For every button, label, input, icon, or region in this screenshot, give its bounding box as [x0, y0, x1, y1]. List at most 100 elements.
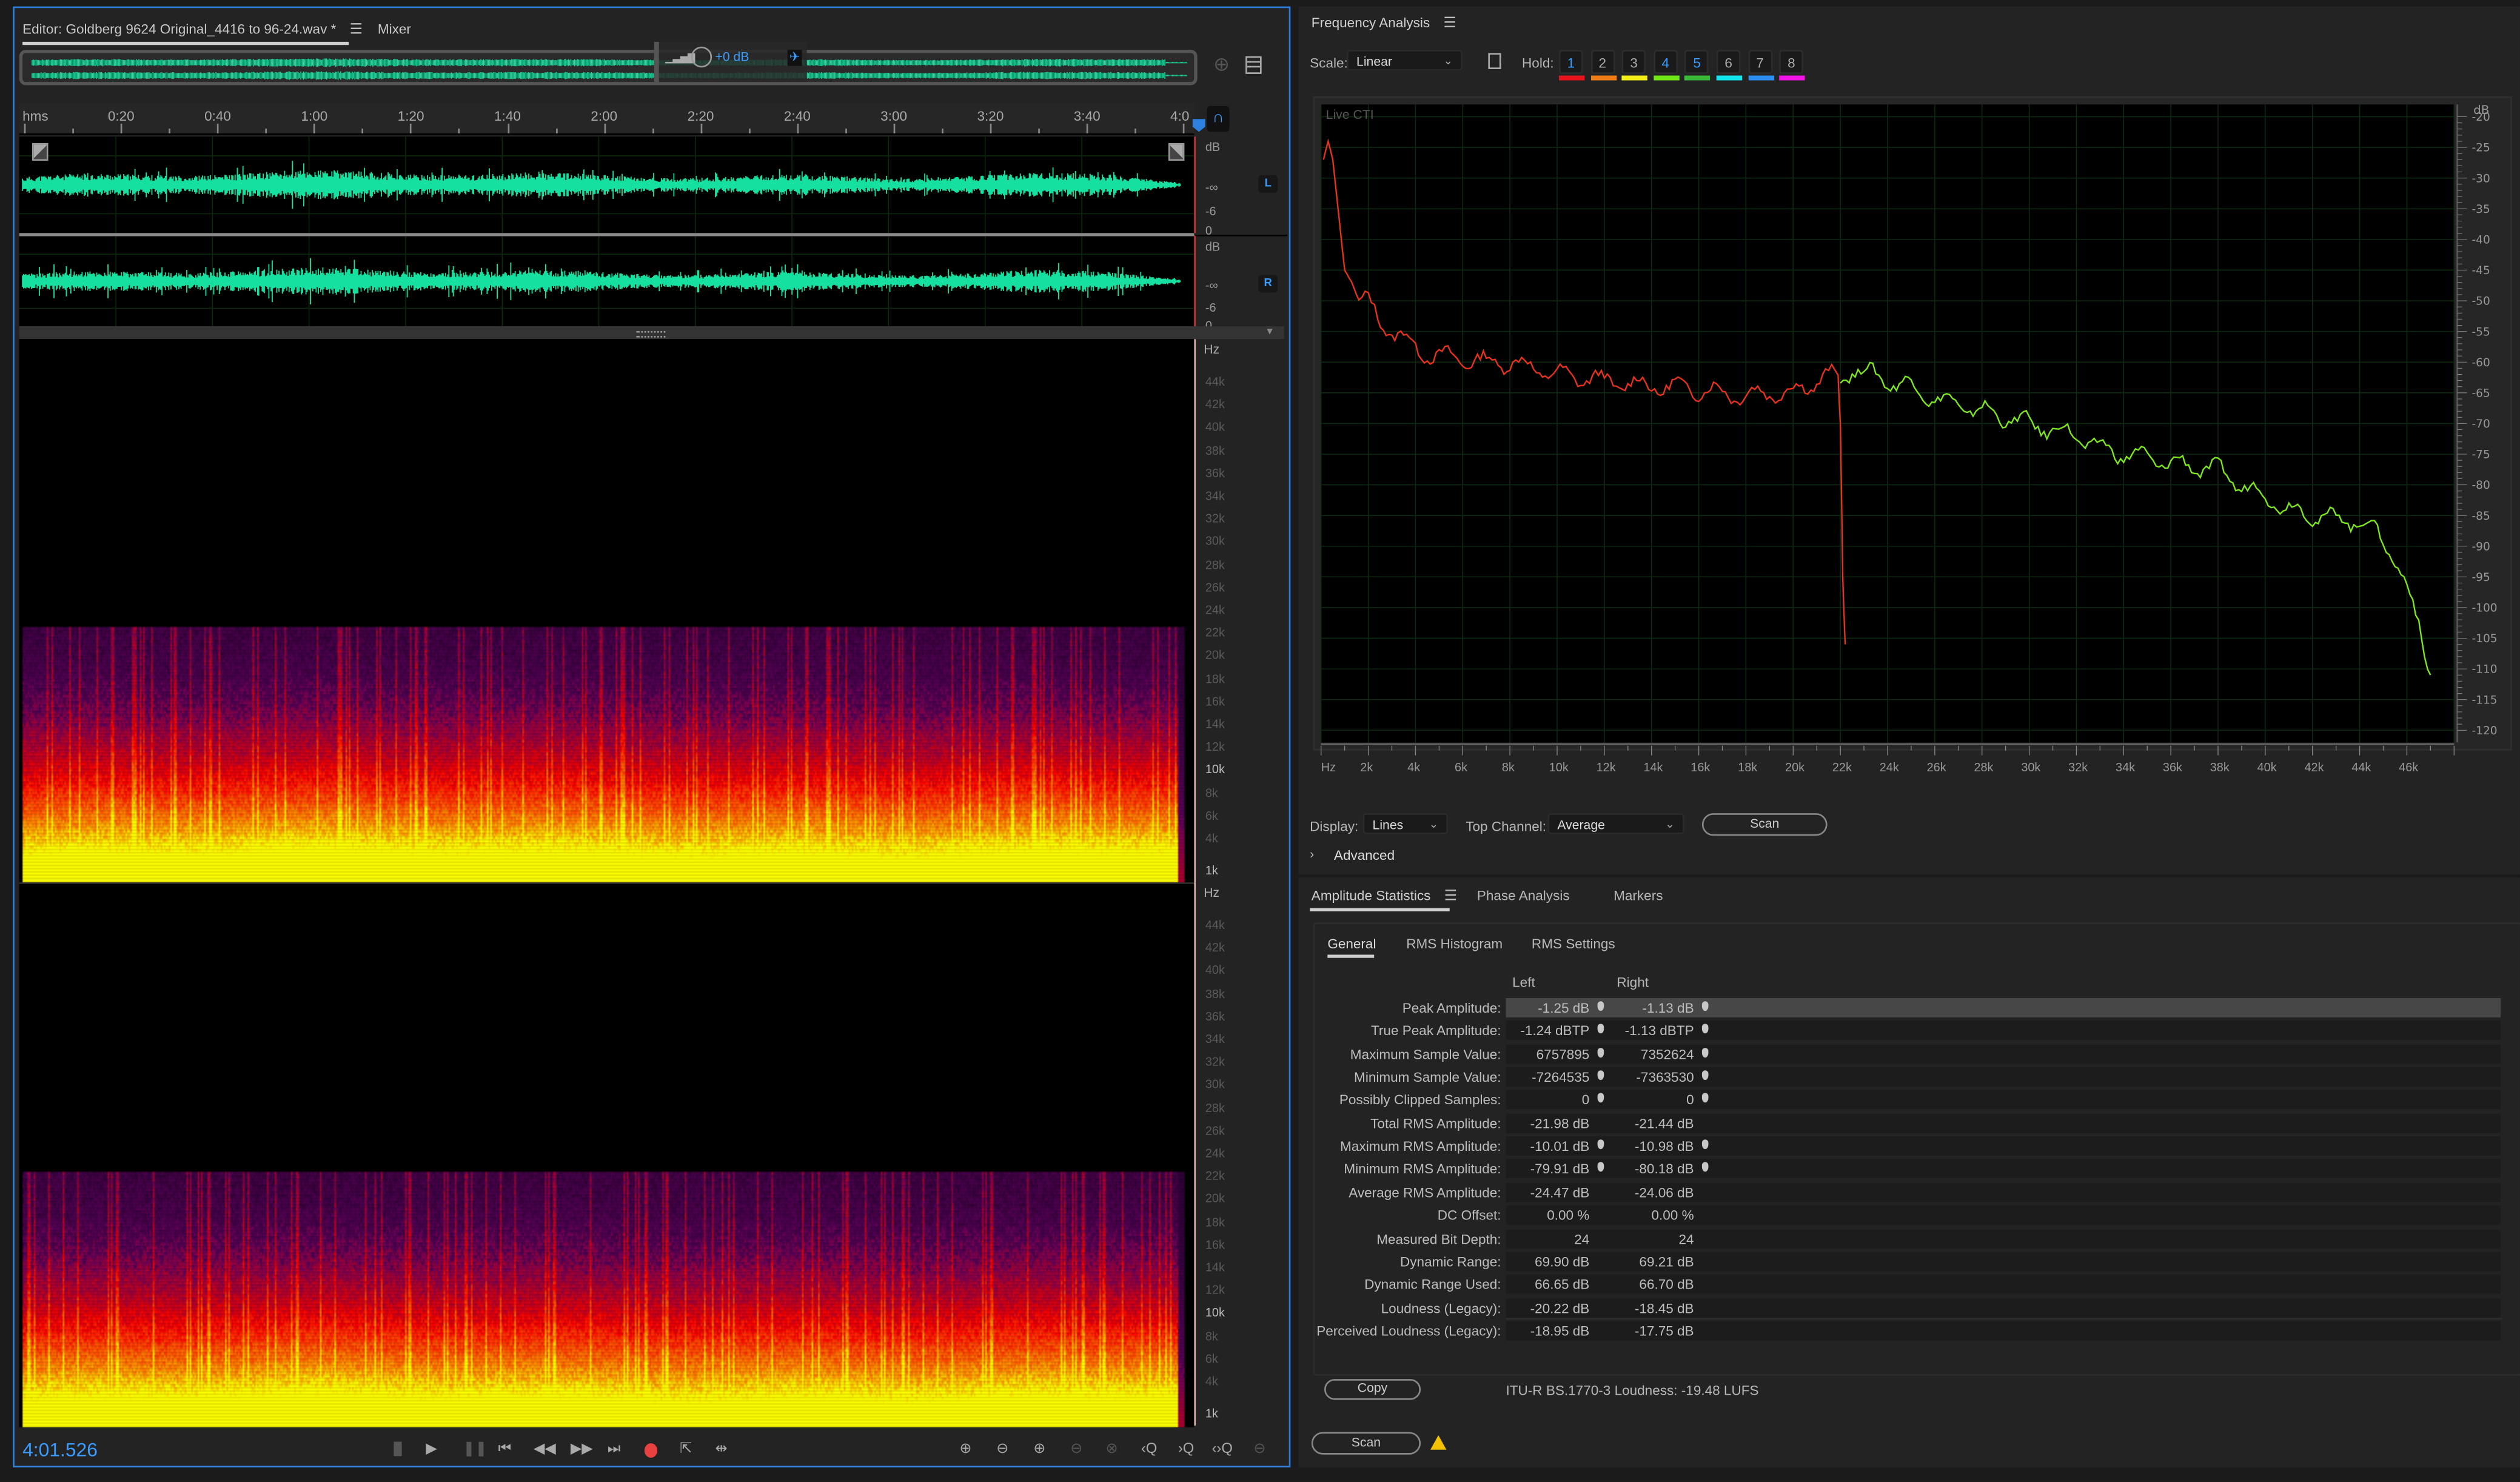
time-ruler[interactable]: hms 0:20 0:40 1:00 1:20 1:40 2:00 2:20 2:40 3:00…	[19, 102, 1195, 135]
go-to-start-button[interactable]: ⏮	[498, 1440, 511, 1458]
channel-l-toggle[interactable]: L	[1258, 175, 1278, 193]
zoom-navigator-icon[interactable]: ⊕	[1213, 53, 1230, 75]
play-button[interactable]: ▶	[426, 1440, 437, 1458]
pin-marker-icon[interactable]	[1701, 1001, 1709, 1011]
pin-marker-icon[interactable]	[1701, 1070, 1709, 1081]
zoom-in-frequency-icon[interactable]: ⊕	[1033, 1440, 1045, 1458]
zoom-out-frequency-icon[interactable]: ⊖	[1070, 1440, 1082, 1458]
stats-row[interactable]: Dynamic Range: 69.90 dB 69.21 dB	[1315, 1250, 2504, 1273]
fade-out-handle[interactable]	[1168, 142, 1185, 161]
pin-marker-icon[interactable]	[1597, 1070, 1604, 1081]
subtab-rms-histogram[interactable]: RMS Histogram	[1406, 936, 1503, 952]
zoom-in-right-icon[interactable]: ›Q	[1178, 1440, 1195, 1457]
chevron-right-icon[interactable]: ›	[1310, 847, 1314, 862]
hold-button-3[interactable]: 3	[1621, 50, 1646, 74]
hold-button-5[interactable]: 5	[1684, 50, 1709, 74]
pin-marker-icon[interactable]	[1597, 1047, 1604, 1058]
rewind-button[interactable]: ◀◀	[534, 1440, 556, 1458]
spectrogram-left[interactable]	[19, 339, 1195, 883]
capture-snapshot-icon[interactable]	[1488, 53, 1501, 69]
hold-button-4[interactable]: 4	[1653, 50, 1678, 74]
panel-menu-icon[interactable]: ☰	[1443, 15, 1456, 32]
subtab-rms-settings[interactable]: RMS Settings	[1532, 936, 1615, 952]
axis-label: dB	[1205, 139, 1221, 155]
pin-marker-icon[interactable]	[1597, 1001, 1604, 1011]
spectrogram-right[interactable]	[19, 882, 1195, 1427]
ruler-label: 2:00	[591, 107, 618, 124]
scale-select[interactable]: Linear ⌄	[1347, 50, 1463, 71]
scan-frequency-button[interactable]: Scan	[1701, 813, 1828, 836]
stop-button[interactable]	[394, 1441, 402, 1457]
channel-r-toggle[interactable]: R	[1258, 275, 1278, 293]
view-splitter[interactable]: ▼	[19, 326, 1284, 340]
axis-label: -∞	[1205, 278, 1218, 293]
hold-button-1[interactable]: 1	[1558, 50, 1583, 74]
stats-row[interactable]: Minimum RMS Amplitude: -79.91 dB -80.18 dB	[1315, 1158, 2504, 1181]
subtab-general[interactable]: General	[1327, 936, 1376, 952]
hold-color-swatch	[1779, 75, 1806, 81]
hold-button-2[interactable]: 2	[1590, 50, 1615, 74]
top-channel-select[interactable]: Average ⌄	[1547, 813, 1684, 834]
zoom-reset-icon[interactable]: ⊗	[1106, 1440, 1118, 1458]
stats-row[interactable]: Peak Amplitude: -1.25 dB -1.13 dB	[1315, 996, 2504, 1019]
stats-row[interactable]: Perceived Loudness (Legacy): -18.95 dB -17…	[1315, 1319, 2504, 1342]
stats-row[interactable]: DC Offset: 0.00 % 0.00 %	[1315, 1204, 2504, 1227]
panel-menu-icon[interactable]: ☰	[1444, 887, 1457, 905]
scan-statistics-button[interactable]: Scan	[1311, 1432, 1421, 1455]
stats-row[interactable]: Maximum Sample Value: 6757895 7352624	[1315, 1042, 2504, 1065]
go-to-end-button[interactable]: ⏭	[608, 1440, 620, 1458]
stats-row[interactable]: Total RMS Amplitude: -21.98 dB -21.44 dB	[1315, 1112, 2504, 1134]
ruler-tick	[72, 129, 75, 133]
advanced-toggle[interactable]: Advanced	[1334, 847, 1395, 863]
record-button[interactable]	[644, 1443, 658, 1458]
view-layout-icon[interactable]	[1245, 56, 1262, 74]
tab-editor[interactable]: Editor: Goldberg 9624 Original_4416 to 9…	[22, 21, 363, 38]
tab-amplitude-statistics[interactable]: Amplitude Statistics ☰	[1312, 887, 1457, 905]
stats-row[interactable]: Possibly Clipped Samples: 0 0	[1315, 1088, 2504, 1111]
pause-button[interactable]: ❚❚	[463, 1440, 487, 1458]
fast-forward-button[interactable]: ▶▶	[571, 1440, 593, 1458]
zoom-in-amplitude-icon[interactable]: ⊕	[959, 1440, 971, 1458]
zoom-out-full-icon[interactable]: ⊖	[1253, 1440, 1265, 1458]
stats-row[interactable]: Average RMS Amplitude: -24.47 dB -24.06 dB	[1315, 1181, 2504, 1204]
hold-button-6[interactable]: 6	[1716, 50, 1741, 74]
pin-marker-icon[interactable]	[1701, 1047, 1709, 1058]
warning-icon[interactable]	[1430, 1435, 1447, 1450]
x-tick-label: 16k	[1691, 761, 1710, 774]
hold-button-8[interactable]: 8	[1779, 50, 1804, 74]
collapse-arrow-icon[interactable]: ▼	[1265, 328, 1275, 338]
tab-markers[interactable]: Markers	[1614, 887, 1663, 904]
tab-mixer[interactable]: Mixer	[378, 21, 411, 37]
hold-button-7[interactable]: 7	[1748, 50, 1772, 74]
fade-in-handle[interactable]	[32, 142, 49, 161]
stats-row[interactable]: True Peak Amplitude: -1.24 dBTP -1.13 dBTP	[1315, 1019, 2504, 1042]
stats-row[interactable]: Loudness (Legacy): -20.22 dB -18.45 dB	[1315, 1296, 2504, 1319]
zoom-selection-icon[interactable]: ‹›Q	[1211, 1440, 1232, 1457]
stats-row[interactable]: Measured Bit Depth: 24 24	[1315, 1227, 2504, 1250]
ruler-tick	[1086, 124, 1088, 133]
stats-row[interactable]: Maximum RMS Amplitude: -10.01 dB -10.98 dB	[1315, 1135, 2504, 1158]
skip-selection-button[interactable]: ⇹	[715, 1440, 727, 1458]
gain-hud[interactable]: ▁▃▅▇ +0 dB ✈	[654, 41, 807, 82]
pin-hud-icon[interactable]: ✈	[787, 50, 802, 66]
waveform-right[interactable]	[19, 236, 1195, 327]
stats-row[interactable]: Minimum Sample Value: -7264535 -7363530	[1315, 1065, 2504, 1088]
display-select[interactable]: Lines ⌄	[1362, 813, 1449, 834]
copy-button[interactable]: Copy	[1324, 1379, 1421, 1400]
panel-menu-icon[interactable]: ☰	[350, 21, 363, 38]
tab-phase-analysis[interactable]: Phase Analysis	[1477, 887, 1570, 904]
waveform-left[interactable]	[19, 136, 1195, 233]
snap-magnet-icon[interactable]: ∩	[1207, 106, 1230, 132]
stats-value-left: 0.00 %	[1547, 1207, 1590, 1224]
x-tick-label: 22k	[1832, 761, 1852, 774]
loop-playback-button[interactable]: ⇱	[680, 1440, 692, 1458]
db-axis-left: dB -∞ -6 0 L	[1194, 136, 1288, 238]
playhead-marker[interactable]	[1192, 119, 1205, 132]
time-display[interactable]: 4:01.526	[22, 1438, 98, 1461]
stats-row[interactable]: Dynamic Range Used: 66.65 dB 66.70 dB	[1315, 1273, 2504, 1296]
gain-knob-icon[interactable]	[691, 46, 712, 68]
zoom-in-left-icon[interactable]: ‹Q	[1141, 1440, 1158, 1457]
hold-color-swatch	[1748, 75, 1774, 81]
zoom-out-amplitude-icon[interactable]: ⊖	[996, 1440, 1008, 1458]
overview-waveform[interactable]	[19, 50, 1198, 86]
